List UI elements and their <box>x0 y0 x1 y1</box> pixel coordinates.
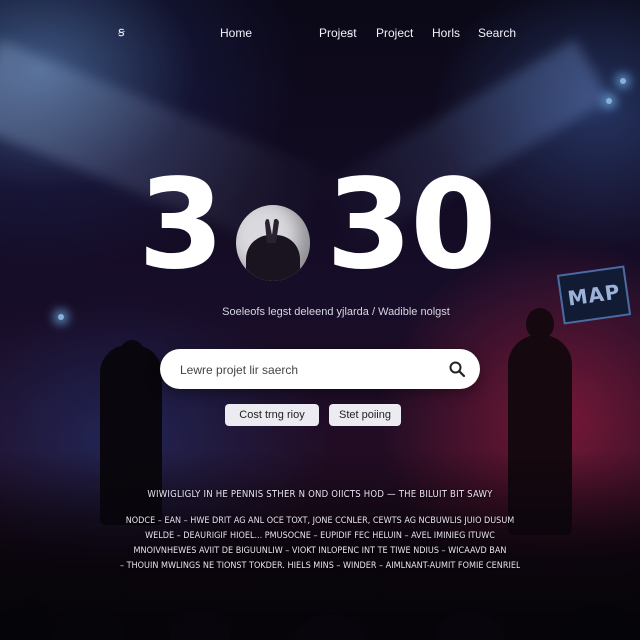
top-nav: ꞩ Home Projeꞩt Project Horls Search <box>0 22 640 44</box>
nav-link-hosts[interactable]: Horls <box>432 26 460 40</box>
search-input[interactable] <box>178 359 432 381</box>
hero-title-right: 30 <box>326 153 497 297</box>
rabbit-ears-icon <box>265 218 279 243</box>
brand-logo-icon[interactable]: ꞩ <box>118 24 125 40</box>
search-bar <box>160 349 480 389</box>
secondary-action-button[interactable]: Stet poiing <box>329 404 401 426</box>
primary-action-button[interactable]: Cost trng rioy <box>225 404 319 426</box>
blurb-body: NODCE – EAN – HWE DRIT AG ANL OCE TOXT, … <box>120 514 520 574</box>
blurb-line: NODCE – EAN – HWE DRIT AG ANL OCE TOXT, … <box>125 516 515 526</box>
blurb-line: MNOIVNHEWES AVIIT DE BIGUUNLIW – VIOKT I… <box>133 546 507 556</box>
blurb-line: – THOUIN MWLINGS NE TIONST TOKDER. HIELS… <box>120 561 520 571</box>
hero-subtitle: Soeleofs legst deleend yjlarda / Wadible… <box>222 306 450 318</box>
blurb-heading: WIWIGLIGLY IN HE PENNIS STHER N OND OIIC… <box>147 489 493 500</box>
nav-link-projects-2[interactable]: Project <box>376 26 413 40</box>
nav-link-search[interactable]: Search <box>478 26 516 40</box>
rabbit-emblem-icon <box>236 205 310 281</box>
nav-link-projects-1[interactable]: Projeꞩt <box>319 26 357 40</box>
blurb-line: WELDE – DEAURIGIF HIOEL... PMUSOCNE – EU… <box>145 531 495 541</box>
nav-link-home[interactable]: Home <box>220 26 252 40</box>
hero-title: 3 30 <box>0 160 640 290</box>
search-icon[interactable] <box>448 360 466 378</box>
hero-title-left: 3 <box>138 153 224 297</box>
